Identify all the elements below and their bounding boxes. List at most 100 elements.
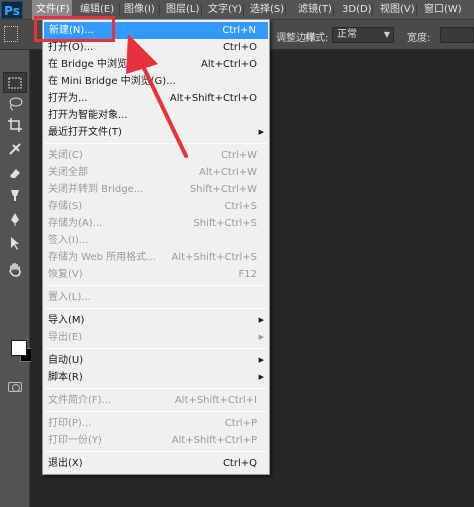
menu-item-scripts[interactable]: 脚本(R) ▶ <box>43 369 269 386</box>
width-input[interactable] <box>440 27 474 43</box>
menu-item-open-smart-object[interactable]: 打开为智能对象... <box>43 107 269 124</box>
menu-item-file-info[interactable]: 文件简介(F)... Alt+Shift+Ctrl+I <box>43 392 269 409</box>
crop-tool[interactable] <box>3 114 27 135</box>
chevron-down-icon: ▼ <box>383 30 390 39</box>
path-select-tool[interactable] <box>3 232 27 253</box>
menu-separator <box>45 411 267 412</box>
menu-item-save[interactable]: 存储(S) Ctrl+S <box>43 198 269 215</box>
menu-item-label: 文件简介(F)... <box>48 395 112 406</box>
menu-item-label: 最近打开文件(T) <box>48 127 122 138</box>
tool-preset-icon[interactable] <box>4 26 18 42</box>
menu-item-label: 打开为智能对象... <box>48 110 128 121</box>
menu-item-shortcut: Ctrl+N <box>222 25 256 36</box>
menu-file[interactable]: 文件(F) <box>32 0 72 20</box>
crop-icon <box>8 117 22 132</box>
menu-item-open[interactable]: 打开(O)... Ctrl+O <box>43 39 269 56</box>
menu-item-shortcut: F12 <box>238 269 257 280</box>
menu-filter[interactable]: 滤镜(T) <box>298 0 332 20</box>
hand-icon <box>9 262 21 277</box>
menu-item-close-all[interactable]: 关闭全部 Alt+Ctrl+W <box>43 164 269 181</box>
menu-item-exit[interactable]: 退出(X) Ctrl+Q <box>43 455 269 472</box>
menu-item-shortcut: Alt+Shift+Ctrl+P <box>171 435 257 446</box>
quick-mask-icon[interactable] <box>8 382 22 392</box>
menu-divider <box>243 4 244 16</box>
pen-icon <box>11 212 19 226</box>
menu-item-import[interactable]: 导入(M) ▶ <box>43 312 269 329</box>
healing-brush-icon <box>9 142 21 155</box>
menu-item-shortcut: Ctrl+O <box>222 42 257 53</box>
menu-separator <box>45 451 267 452</box>
menu-item-revert[interactable]: 恢复(V) F12 <box>43 266 269 283</box>
submenu-arrow-icon: ▶ <box>258 128 264 136</box>
menu-item-shortcut: Alt+Shift+Ctrl+S <box>171 252 257 263</box>
menu-item-label: 打印一份(Y) <box>48 435 102 446</box>
menu-view[interactable]: 视图(V) <box>380 0 415 20</box>
menu-item-export[interactable]: 导出(E) ▶ <box>43 329 269 346</box>
menu-item-label: 关闭(C) <box>48 150 83 161</box>
marquee-tool[interactable] <box>3 72 27 93</box>
foreground-color-swatch[interactable] <box>11 340 27 356</box>
menu-item-shortcut: Alt+Ctrl+O <box>201 59 257 70</box>
menu-item-recent-files[interactable]: 最近打开文件(T) ▶ <box>43 124 269 141</box>
menu-item-label: 新建(N)... <box>49 25 94 36</box>
menu-item-label: 关闭并转到 Bridge... <box>48 184 144 195</box>
menu-item-shortcut: Ctrl+W <box>220 150 257 161</box>
menu-item-shortcut: Ctrl+Q <box>222 458 257 469</box>
hand-tool[interactable] <box>3 258 27 279</box>
menu-item-label: 打印(P)... <box>48 418 92 429</box>
menu-item-check-in[interactable]: 签入(I)... <box>43 232 269 249</box>
menu-item-label: 导入(M) <box>48 315 85 326</box>
toolbox <box>0 50 34 507</box>
menu-item-print[interactable]: 打印(P)... Ctrl+P <box>43 415 269 432</box>
menu-item-label: 签入(I)... <box>48 235 89 246</box>
menu-item-label: 退出(X) <box>48 458 83 469</box>
menu-item-shortcut: Ctrl+P <box>224 418 257 429</box>
menu-item-shortcut: Alt+Shift+Ctrl+I <box>174 395 257 406</box>
eraser-tool[interactable] <box>3 162 27 183</box>
menu-item-automate[interactable]: 自动(U) ▶ <box>43 352 269 369</box>
menu-item-label: 关闭全部 <box>48 167 88 178</box>
menu-item-save-for-web[interactable]: 存储为 Web 所用格式... Alt+Shift+Ctrl+S <box>43 249 269 266</box>
menu-item-open-as[interactable]: 打开为... Alt+Shift+Ctrl+O <box>43 90 269 107</box>
menu-item-shortcut: Shift+Ctrl+W <box>189 184 257 195</box>
menu-item-browse-mini-bridge[interactable]: 在 Mini Bridge 中浏览(G)... <box>43 73 269 90</box>
menu-item-label: 打开(O)... <box>48 42 94 53</box>
menu-edit[interactable]: 编辑(E) <box>80 0 114 20</box>
menu-separator <box>45 143 267 144</box>
lasso-tool[interactable] <box>3 93 27 114</box>
menu-item-new[interactable]: 新建(N)... Ctrl+N <box>44 22 268 39</box>
healing-brush-tool[interactable] <box>3 138 27 159</box>
menu-item-shortcut: Alt+Shift+Ctrl+O <box>169 93 257 104</box>
pen-tool[interactable] <box>3 208 27 229</box>
menu-item-label: 存储(S) <box>48 201 83 212</box>
menu-item-label: 在 Bridge 中浏览(B)... <box>48 59 152 70</box>
menu-item-label: 导出(E) <box>48 332 83 343</box>
menu-3d[interactable]: 3D(D) <box>342 0 372 20</box>
menu-item-shortcut: Shift+Ctrl+S <box>193 218 257 229</box>
menu-window[interactable]: 窗口(W) <box>424 0 462 20</box>
menu-item-label: 置入(L)... <box>48 292 91 303</box>
submenu-arrow-icon: ▶ <box>258 373 264 381</box>
marquee-icon <box>8 77 22 88</box>
menu-item-close-go-bridge[interactable]: 关闭并转到 Bridge... Shift+Ctrl+W <box>43 181 269 198</box>
menu-image[interactable]: 图像(I) <box>124 0 155 20</box>
menu-divider <box>285 4 286 16</box>
menu-item-label: 在 Mini Bridge 中浏览(G)... <box>48 76 176 87</box>
submenu-arrow-icon: ▶ <box>258 356 264 364</box>
menu-item-label: 打开为... <box>48 93 88 104</box>
menu-item-save-as[interactable]: 存储为(A)... Shift+Ctrl+S <box>43 215 269 232</box>
menu-item-label: 存储为(A)... <box>48 218 103 229</box>
menu-item-browse-bridge[interactable]: 在 Bridge 中浏览(B)... Alt+Ctrl+O <box>43 56 269 73</box>
menu-item-label: 恢复(V) <box>48 269 83 280</box>
style-select[interactable]: 正常 ▼ <box>332 27 394 43</box>
menu-item-print-one-copy[interactable]: 打印一份(Y) Alt+Shift+Ctrl+P <box>43 432 269 449</box>
menu-type[interactable]: 文字(Y) <box>208 0 242 20</box>
style-value: 正常 <box>337 29 357 40</box>
menu-item-shortcut: Alt+Ctrl+W <box>199 167 257 178</box>
menu-item-place[interactable]: 置入(L)... <box>43 289 269 306</box>
smudge-tool[interactable] <box>3 184 27 205</box>
menu-layer[interactable]: 图层(L) <box>166 0 199 20</box>
smudge-icon <box>11 189 19 201</box>
menu-item-close[interactable]: 关闭(C) Ctrl+W <box>43 147 269 164</box>
menu-select[interactable]: 选择(S) <box>250 0 284 20</box>
